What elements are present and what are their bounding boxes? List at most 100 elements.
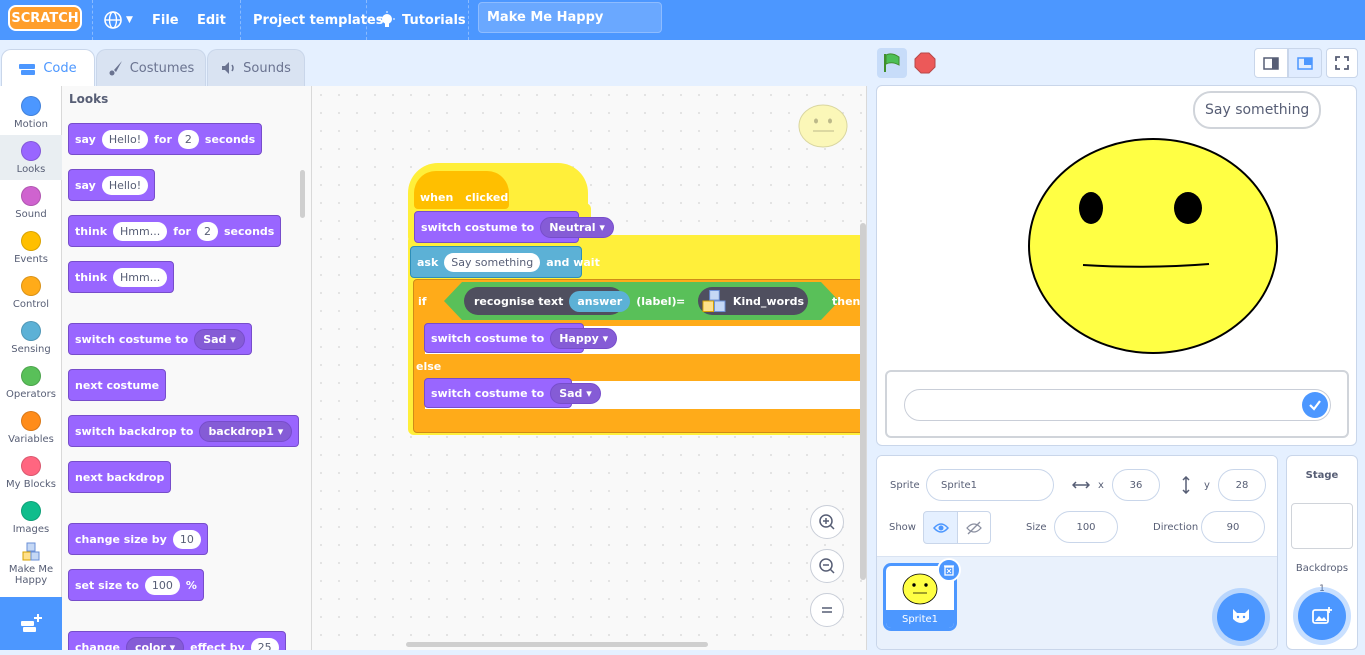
language-menu[interactable]: ▼ <box>103 0 133 40</box>
category-control[interactable]: Control <box>0 270 62 315</box>
tab-sounds[interactable]: Sounds <box>207 49 305 86</box>
costume-dropdown[interactable]: Sad ▾ <box>550 382 601 404</box>
switch-costume-neutral-block[interactable]: switch costume to Neutral ▾ <box>414 211 614 243</box>
set-size-block[interactable]: set size to 100% <box>68 569 204 601</box>
think-text-input[interactable]: Hmm... <box>113 267 168 287</box>
category-label: Events <box>14 254 48 265</box>
switch-costume-sad-block[interactable]: switch costume to Sad ▾ <box>424 378 601 408</box>
effect-amount-input[interactable]: 25 <box>250 637 279 650</box>
tab-costumes-label: Costumes <box>129 60 195 76</box>
hide-sprite-button[interactable] <box>957 511 991 544</box>
category-sound[interactable]: Sound <box>0 180 62 225</box>
category-images[interactable]: Images <box>0 495 62 540</box>
think-block[interactable]: think Hmm... <box>68 261 175 293</box>
direction-input[interactable]: 90 <box>1201 511 1265 543</box>
submit-answer-button[interactable] <box>1302 392 1328 418</box>
add-extension-icon <box>21 613 42 632</box>
category-sensing[interactable]: Sensing <box>0 315 62 360</box>
think-seconds-input[interactable]: 2 <box>197 221 218 241</box>
set-size-input[interactable]: 100 <box>144 575 180 595</box>
project-templates-menu[interactable]: Project templates <box>253 0 383 40</box>
sprite-thumbnail-label: Sprite1 <box>886 610 954 628</box>
costume-dropdown[interactable]: Happy ▾ <box>550 327 618 349</box>
add-extension-button[interactable] <box>0 597 62 650</box>
costume-dropdown[interactable]: Sad ▾ <box>194 328 245 350</box>
y-input[interactable]: 28 <box>1218 469 1266 501</box>
effect-dropdown[interactable]: color ▾ <box>125 636 185 650</box>
x-input[interactable]: 36 <box>1112 469 1160 501</box>
sprite-face-icon[interactable] <box>1027 136 1279 356</box>
category-variables[interactable]: Variables <box>0 405 62 450</box>
stop-button[interactable] <box>914 52 936 74</box>
stage-canvas[interactable]: Say something <box>876 85 1357 446</box>
answer-reporter[interactable]: answer <box>569 290 631 312</box>
ask-and-wait-block[interactable]: ask Say something and wait <box>410 246 600 278</box>
change-size-block[interactable]: change size by 10 <box>68 523 208 555</box>
backdrop-dropdown[interactable]: backdrop1 ▾ <box>199 420 293 442</box>
script-stack[interactable]: when clicked switch costume to Neutral ▾… <box>408 163 866 438</box>
category-looks[interactable]: Looks <box>0 135 62 180</box>
small-stage-button[interactable] <box>1254 48 1288 78</box>
sprite-list: Sprite1 <box>877 556 1277 649</box>
say-seconds-input[interactable]: 2 <box>177 129 199 149</box>
category-my-blocks[interactable]: My Blocks <box>0 450 62 495</box>
think-for-block[interactable]: think Hmm... for 2 seconds <box>68 215 282 247</box>
stage-thumbnail[interactable] <box>1291 503 1353 549</box>
scripts-area[interactable]: when clicked switch costume to Neutral ▾… <box>312 86 867 650</box>
say-block[interactable]: say Hello! <box>68 169 156 201</box>
change-effect-block[interactable]: change color ▾ effect by 25 <box>68 631 286 650</box>
switch-costume-block[interactable]: switch costume to Sad ▾ <box>68 323 252 355</box>
size-input[interactable]: 100 <box>1054 511 1118 543</box>
backdrops-label: Backdrops <box>1295 563 1349 574</box>
zoom-reset-button[interactable] <box>810 593 844 627</box>
brush-icon <box>109 61 122 76</box>
category-operators[interactable]: Operators <box>0 360 62 405</box>
sprite-name-input[interactable]: Sprite1 <box>926 469 1054 501</box>
palette-scrollbar[interactable] <box>300 170 305 218</box>
switch-costume-happy-block[interactable]: switch costume to Happy ▾ <box>424 323 618 353</box>
category-motion[interactable]: Motion <box>0 90 62 135</box>
ask-question-input[interactable]: Say something <box>444 252 541 272</box>
fullscreen-button[interactable] <box>1326 48 1358 78</box>
menu-bar: SCRATCH ▼ File Edit Project templates Tu… <box>0 0 1365 40</box>
zoom-out-button[interactable] <box>810 549 844 583</box>
project-title-input[interactable]: Make Me Happy <box>478 2 662 33</box>
scripts-horizontal-scrollbar[interactable] <box>406 642 708 647</box>
costume-dropdown[interactable]: Neutral ▾ <box>540 216 614 238</box>
edit-menu[interactable]: Edit <box>197 0 226 40</box>
tab-code[interactable]: Code <box>1 49 95 87</box>
category-make-me-happy[interactable]: Make Me Happy <box>0 540 62 592</box>
think-text-input[interactable]: Hmm... <box>113 221 168 241</box>
category-events[interactable]: Events <box>0 225 62 270</box>
add-backdrop-button[interactable] <box>1298 592 1346 640</box>
globe-icon <box>104 11 122 29</box>
say-text-input[interactable]: Hello! <box>101 129 149 149</box>
say-for-block[interactable]: say Hello! for 2 seconds <box>68 123 263 155</box>
tutorials-button[interactable]: Tutorials <box>378 0 466 40</box>
zoom-in-button[interactable] <box>810 505 844 539</box>
kind-words-reporter[interactable]: Kind_words <box>698 287 808 315</box>
switch-backdrop-block[interactable]: switch backdrop to backdrop1 ▾ <box>68 415 300 447</box>
delete-sprite-button[interactable] <box>937 558 961 582</box>
tab-costumes[interactable]: Costumes <box>96 49 206 86</box>
x-label: x <box>1098 480 1104 491</box>
add-sprite-button[interactable] <box>1217 593 1265 641</box>
change-size-input[interactable]: 10 <box>172 529 201 549</box>
category-label: Control <box>12 299 50 310</box>
stage-header <box>868 40 1365 85</box>
show-sprite-button[interactable] <box>923 511 958 544</box>
recognise-text-block[interactable]: recognise text answer (label) <box>464 287 677 315</box>
when-flag-clicked-block[interactable]: when clicked <box>414 171 509 209</box>
large-stage-button[interactable] <box>1288 48 1322 78</box>
next-costume-block[interactable]: next costume <box>68 369 167 401</box>
file-menu[interactable]: File <box>152 0 179 40</box>
green-flag-button[interactable] <box>877 48 907 78</box>
answer-input[interactable] <box>904 389 1331 421</box>
scripts-vertical-scrollbar[interactable] <box>860 223 866 580</box>
stage-selector-pane[interactable]: Stage Backdrops 1 <box>1286 455 1358 650</box>
logo-text: SCRATCH <box>11 10 79 26</box>
say-text-input[interactable]: Hello! <box>101 175 149 195</box>
add-backdrop-icon <box>1312 607 1332 624</box>
next-backdrop-block[interactable]: next backdrop <box>68 461 172 493</box>
scratch-logo[interactable]: SCRATCH <box>8 5 82 31</box>
